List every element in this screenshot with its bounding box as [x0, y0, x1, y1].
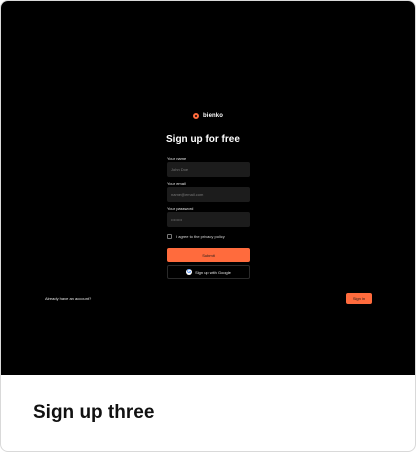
privacy-checkbox[interactable] [167, 234, 172, 239]
have-account-text: Already have an account? [45, 296, 92, 301]
privacy-agree-row[interactable]: I agree to the privacy policy [167, 234, 225, 239]
email-label: Your email [167, 181, 186, 186]
submit-button[interactable]: Submit [167, 248, 250, 262]
password-placeholder: •••••••• [171, 217, 183, 222]
form-title: Sign up for free [166, 134, 240, 145]
brand-logo-icon [193, 113, 200, 119]
email-field[interactable]: name@email.com [167, 187, 250, 202]
name-label: Your name [167, 156, 187, 161]
brand-name: bienko [203, 113, 223, 119]
submit-label: Submit [202, 252, 215, 258]
google-signup-label: Sign up with Google [195, 269, 231, 275]
password-label: Your password [167, 206, 194, 211]
signin-label: Sign in [352, 296, 366, 301]
template-preview: bienko Sign up for free Your name John D… [1, 1, 415, 375]
brand: bienko [1, 113, 415, 119]
signin-button[interactable]: Sign in [346, 293, 372, 304]
name-field[interactable]: John Doe [167, 162, 250, 177]
name-placeholder: John Doe [171, 167, 189, 172]
password-field[interactable]: •••••••• [167, 212, 250, 227]
google-signup-button[interactable]: G Sign up with Google [167, 265, 250, 279]
card-caption: Sign up three [33, 402, 155, 423]
privacy-agree-label: I agree to the privacy policy [176, 234, 225, 239]
email-placeholder: name@email.com [171, 192, 204, 197]
template-card[interactable]: bienko Sign up for free Your name John D… [0, 0, 416, 452]
google-icon: G [186, 269, 193, 275]
